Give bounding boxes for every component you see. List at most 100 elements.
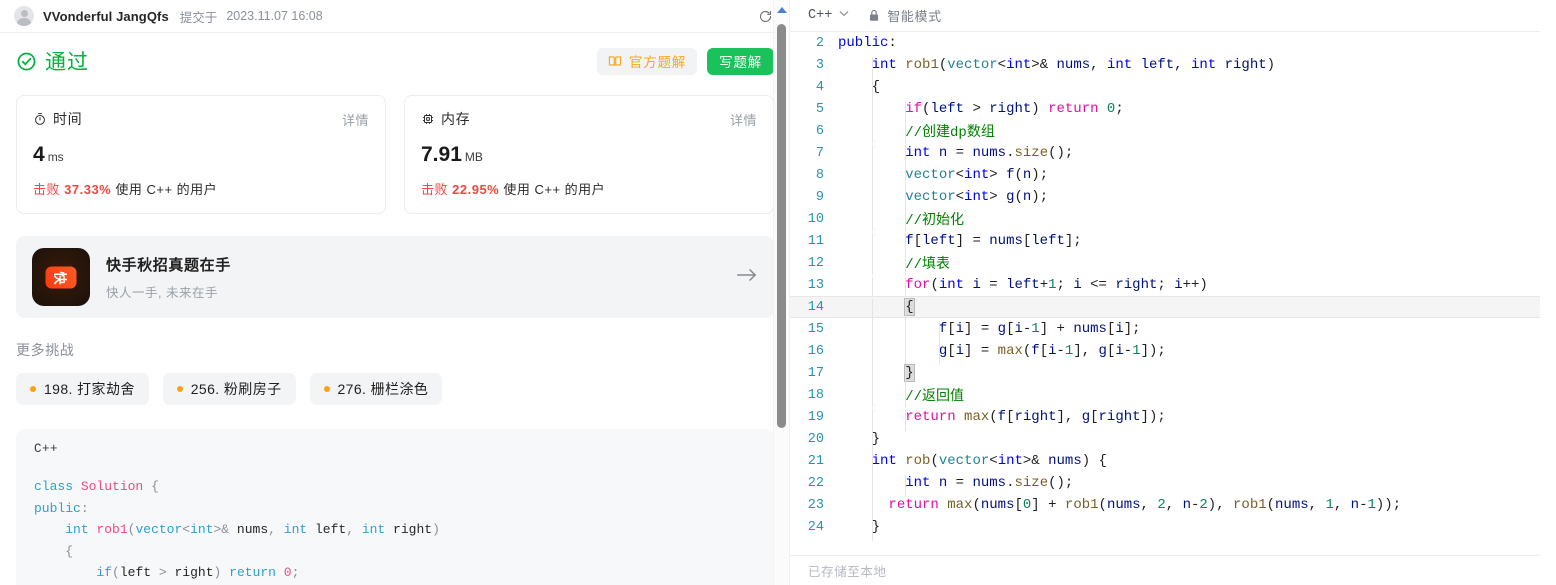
line-number: 4 [815, 79, 824, 95]
memory-card-header: 内存 详情 [421, 109, 757, 129]
line-code: g[i] = max(f[i-1], g[i-1]); [838, 343, 1540, 365]
line-number: 11 [807, 233, 824, 249]
editor-line[interactable]: 8 vector<int> f(n); [790, 164, 1540, 189]
memory-beat-percent: 22.95% [452, 182, 500, 197]
line-code: int n = nums.size(); [838, 475, 1540, 497]
submitted-code-card: C++ class Solution { public: int rob1(ve… [16, 429, 774, 585]
lock-icon [870, 9, 879, 21]
editor-line[interactable]: 18 //返回值 [790, 384, 1540, 407]
editor-line[interactable]: 14 { [790, 296, 1540, 321]
editor-line[interactable]: 4 { [790, 76, 1540, 101]
arrow-right-icon[interactable] [736, 267, 758, 288]
line-code: for(int i = left+1; i <= right; i++) [838, 277, 1540, 299]
line-number: 18 [807, 387, 824, 403]
memory-value: 7.91 [421, 143, 462, 166]
avatar[interactable] [14, 6, 34, 26]
indent-guide [871, 385, 873, 407]
line-number: 9 [815, 189, 824, 205]
indent-guide [871, 519, 873, 541]
challenge-tag[interactable]: 276. 栅栏涂色 [309, 373, 443, 405]
memory-detail-link[interactable]: 详情 [730, 110, 757, 129]
promo-banner[interactable]: 快 快手秋招真题在手 快人一手, 未来在手 [16, 236, 774, 318]
runtime-label-group: 时间 [33, 109, 82, 129]
memory-stat-card: 内存 详情 7.91 MB 击败 22.95% 使用 C++ 的用户 [404, 95, 774, 214]
memory-beat-prefix: 击败 [421, 182, 449, 197]
line-code: //填表 [838, 253, 1540, 275]
editor-line[interactable]: 21 int rob(vector<int>& nums) { [790, 450, 1540, 475]
language-selector-label: C++ [808, 8, 833, 23]
official-solution-button[interactable]: 官方题解 [596, 47, 698, 75]
line-code: return max(nums[0] + rob1(nums, 2, n-2),… [838, 497, 1540, 519]
more-challenges-tags: 198. 打家劫舍 256. 粉刷房子 276. 栅栏涂色 [16, 373, 774, 405]
editor-line[interactable]: 24 } [790, 516, 1540, 541]
editor-line[interactable]: 6 //创建dp数组 [790, 120, 1540, 143]
line-code: int n = nums.size(); [838, 145, 1540, 167]
editor-line[interactable]: 19 return max(f[right], g[right]); [790, 406, 1540, 431]
promo-title: 快手秋招真题在手 [106, 256, 231, 274]
smart-mode-label: 智能模式 [887, 9, 942, 24]
line-code: { [838, 79, 1540, 101]
indent-guide [905, 385, 907, 407]
memory-value-row: 7.91 MB [421, 143, 757, 167]
difficulty-dot-icon [323, 386, 330, 392]
language-selector[interactable]: C++ [808, 8, 849, 23]
line-number: 8 [815, 167, 824, 183]
line-code: f[left] = nums[left]; [838, 233, 1540, 255]
memory-beat-row: 击败 22.95% 使用 C++ 的用户 [421, 179, 757, 198]
official-solution-label: 官方题解 [628, 55, 687, 70]
stats-row: 时间 详情 4 ms 击败 37.33% 使用 C++ 的用户 内存 详情 7.… [0, 89, 789, 214]
runtime-card-header: 时间 详情 [33, 109, 369, 129]
editor-line[interactable]: 5 if(left > right) return 0; [790, 98, 1540, 123]
line-number: 24 [807, 519, 824, 535]
difficulty-dot-icon [176, 386, 183, 392]
editor-line[interactable]: 11 f[left] = nums[left]; [790, 230, 1540, 255]
book-icon [608, 55, 622, 66]
indent-guide [905, 121, 907, 143]
kuaishou-logo-icon: 快 [32, 248, 90, 306]
editor-line[interactable]: 22 int n = nums.size(); [790, 472, 1540, 497]
editor-line[interactable]: 23 return max(nums[0] + rob1(nums, 2, n-… [790, 494, 1540, 519]
editor-line[interactable]: 3 int rob1(vector<int>& nums, int left, … [790, 54, 1540, 79]
submission-result-panel: VVonderful JangQfs 提交于 2023.11.07 16:08 … [0, 0, 790, 585]
line-code: //创建dp数组 [838, 121, 1540, 143]
runtime-label: 时间 [53, 111, 83, 127]
line-number: 20 [807, 431, 824, 447]
editor-line[interactable]: 2 public: [790, 32, 1540, 54]
code-editor-panel: C++ 智能模式 2 public: 3 int rob1(vector<int>&… [790, 0, 1540, 585]
username[interactable]: VVonderful JangQfs [43, 9, 169, 24]
editor-status-text: 已存储至本地 [808, 565, 887, 579]
editor-line[interactable]: 15 f[i] = g[i-1] + nums[i]; [790, 318, 1540, 343]
line-number: 21 [807, 453, 824, 469]
editor-line[interactable]: 9 vector<int> g(n); [790, 186, 1540, 211]
left-panel-scrollbar[interactable] [773, 0, 789, 585]
challenge-tag-label: 256. 粉刷房子 [190, 381, 282, 397]
line-number: 5 [815, 101, 824, 117]
chevron-down-icon [839, 10, 849, 21]
runtime-detail-link[interactable]: 详情 [342, 110, 369, 129]
write-solution-button[interactable]: 写题解 [707, 47, 774, 75]
editor-line[interactable]: 10 //初始化 [790, 208, 1540, 231]
editor-line[interactable]: 16 g[i] = max(f[i-1], g[i-1]); [790, 340, 1540, 365]
editor-line[interactable]: 17 } [790, 362, 1540, 387]
line-code: //返回值 [838, 385, 1540, 407]
memory-label: 内存 [441, 111, 471, 127]
editor-line[interactable]: 20 } [790, 428, 1540, 453]
line-code: int rob(vector<int>& nums) { [838, 453, 1540, 475]
editor-line[interactable]: 12 //填表 [790, 252, 1540, 275]
editor-line[interactable]: 13 for(int i = left+1; i <= right; i++) [790, 274, 1540, 299]
scroll-up-arrow-icon[interactable] [777, 7, 788, 13]
runtime-unit: ms [47, 150, 64, 164]
smart-mode-toggle[interactable]: 智能模式 [868, 6, 941, 25]
line-code: f[i] = g[i-1] + nums[i]; [838, 321, 1540, 343]
challenge-tag[interactable]: 256. 粉刷房子 [162, 373, 296, 405]
line-code: } [838, 364, 1540, 387]
scrollbar-thumb[interactable] [777, 24, 786, 428]
memory-chip-icon [423, 114, 433, 124]
accepted-status: 通过 [16, 46, 89, 76]
editor-code-area[interactable]: 2 public: 3 int rob1(vector<int>& nums, in… [790, 32, 1540, 555]
editor-line[interactable]: 7 int n = nums.size(); [790, 142, 1540, 167]
line-number: 2 [815, 35, 824, 51]
memory-unit: MB [464, 150, 483, 164]
challenge-tag[interactable]: 198. 打家劫舍 [16, 373, 149, 405]
stopwatch-icon [35, 113, 45, 125]
